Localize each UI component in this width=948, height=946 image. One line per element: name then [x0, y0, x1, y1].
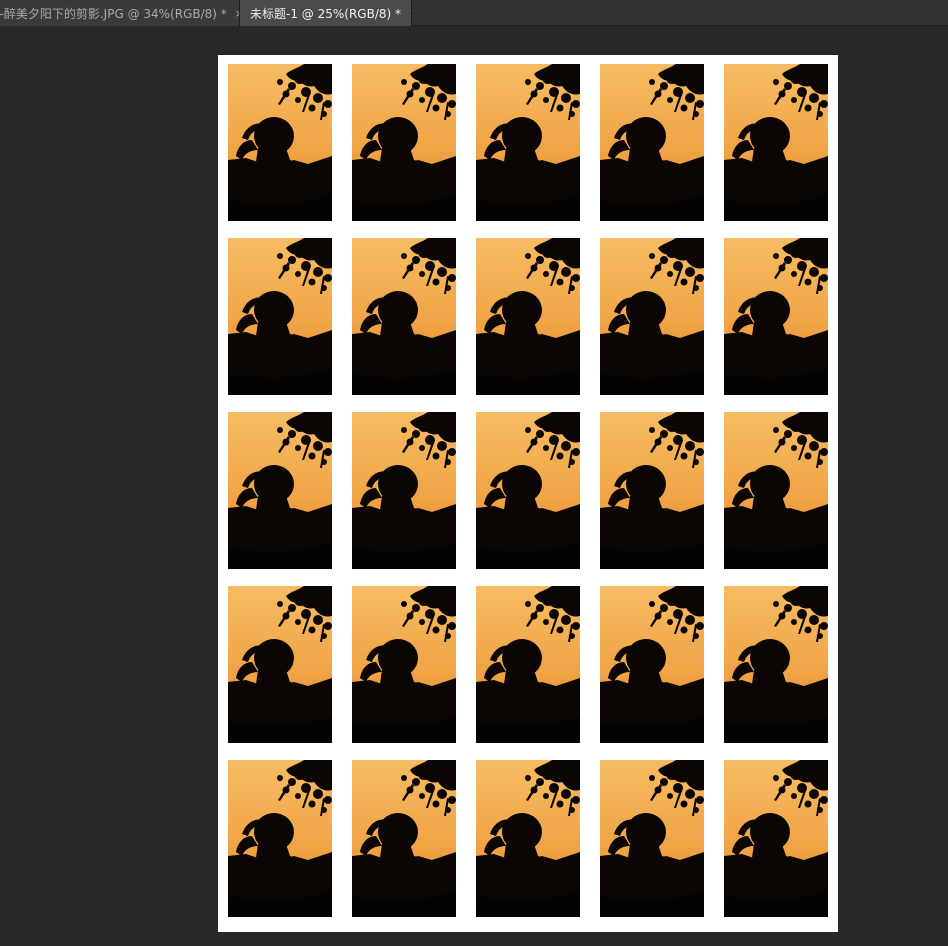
photo-thumbnail[interactable]	[600, 238, 704, 395]
photo-thumbnail[interactable]	[352, 64, 456, 221]
photo-thumbnail[interactable]	[476, 586, 580, 743]
tab-untitled-1[interactable]: 未标题-1 @ 25%(RGB/8) * ×	[240, 0, 412, 26]
document-canvas[interactable]	[218, 55, 838, 932]
photo-thumbnail[interactable]	[724, 64, 828, 221]
tab-label: 未标题-1 @ 25%(RGB/8) *	[250, 6, 401, 21]
photo-thumbnail[interactable]	[476, 412, 580, 569]
photo-thumbnail[interactable]	[352, 586, 456, 743]
photo-thumbnail[interactable]	[724, 412, 828, 569]
photo-thumbnail[interactable]	[352, 238, 456, 395]
photo-thumbnail[interactable]	[352, 760, 456, 917]
photo-thumbnail[interactable]	[600, 412, 704, 569]
photo-thumbnail[interactable]	[228, 760, 332, 917]
photo-thumbnail[interactable]	[476, 760, 580, 917]
photo-thumbnail[interactable]	[600, 586, 704, 743]
photo-thumbnail[interactable]	[228, 412, 332, 569]
document-tab-bar: I-醉美夕阳下的剪影.JPG @ 34%(RGB/8) * × 未标题-1 @ …	[0, 0, 948, 26]
photo-thumbnail[interactable]	[600, 64, 704, 221]
photo-thumbnail[interactable]	[476, 238, 580, 395]
photo-thumbnail[interactable]	[724, 760, 828, 917]
photo-thumbnail[interactable]	[228, 238, 332, 395]
photo-thumbnail[interactable]	[352, 412, 456, 569]
photo-thumbnail[interactable]	[600, 760, 704, 917]
close-icon[interactable]: ×	[409, 7, 411, 20]
tab-label: I-醉美夕阳下的剪影.JPG @ 34%(RGB/8) *	[0, 6, 227, 21]
photo-thumbnail[interactable]	[228, 586, 332, 743]
tab-sunset-silhouette-jpg[interactable]: I-醉美夕阳下的剪影.JPG @ 34%(RGB/8) * ×	[0, 0, 240, 26]
photo-thumbnail[interactable]	[724, 586, 828, 743]
photo-thumbnail[interactable]	[228, 64, 332, 221]
photo-thumbnail[interactable]	[724, 238, 828, 395]
photo-thumbnail[interactable]	[476, 64, 580, 221]
